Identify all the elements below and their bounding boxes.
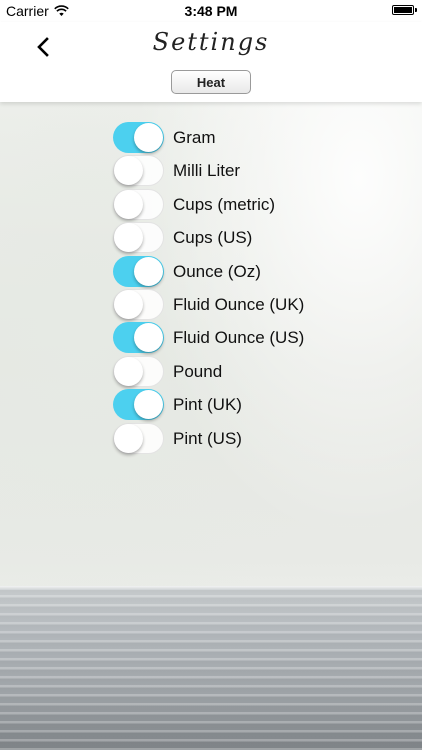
toggle-knob [134, 323, 163, 353]
option-label: Gram [173, 128, 216, 147]
option-label: Cups (metric) [173, 194, 276, 214]
unit-options-list: Gram Milli Liter Cups (metric) Cups (US) Oun… [113, 122, 413, 456]
option-row: Milli Liter [113, 155, 413, 188]
toggle-switch[interactable] [113, 155, 164, 187]
toggle-knob [114, 189, 143, 219]
heat-button[interactable]: Heat [171, 70, 251, 94]
battery-icon [392, 5, 417, 15]
toggle-knob [114, 156, 143, 186]
option-label: Cups (US) [173, 228, 253, 248]
option-label: Fluid Ounce (UK) [173, 294, 305, 314]
clock: 3:48 PM [184, 3, 238, 19]
option-row: Pint (US) [113, 422, 413, 456]
toggle-switch[interactable] [113, 288, 164, 320]
toggle-knob [114, 223, 143, 253]
option-label: Fluid Ounce (US) [173, 328, 305, 348]
toggle-switch[interactable] [113, 122, 164, 153]
toggle-knob [134, 123, 163, 152]
page-title: Settings [152, 28, 270, 56]
nav-header: Settings Heat [0, 22, 422, 102]
option-label: Ounce (Oz) [173, 261, 261, 281]
toggle-switch[interactable] [113, 222, 164, 254]
toggle-switch[interactable] [113, 389, 164, 421]
background-wood-table [0, 586, 422, 750]
toggle-switch[interactable] [113, 422, 164, 454]
option-row: Pound [113, 355, 413, 389]
toggle-switch[interactable] [113, 188, 164, 220]
toggle-knob [114, 289, 143, 319]
option-row: Cups (metric) [113, 188, 413, 222]
status-bar: Carrier 3:48 PM [0, 0, 422, 22]
option-row: Fluid Ounce (UK) [113, 288, 413, 322]
option-label: Milli Liter [173, 161, 241, 181]
option-label: Pint (UK) [173, 395, 242, 415]
toggle-knob [134, 390, 163, 420]
toggle-knob [114, 356, 143, 386]
option-label: Pint (US) [173, 428, 242, 448]
toggle-switch[interactable] [113, 255, 164, 287]
option-label: Pound [173, 361, 223, 381]
toggle-switch[interactable] [113, 322, 164, 354]
option-row: Pint (UK) [113, 389, 413, 422]
toggle-knob [134, 256, 163, 286]
toggle-switch[interactable] [113, 355, 164, 387]
option-row: Ounce (Oz) [113, 255, 413, 289]
option-row: Fluid Ounce (US) [113, 322, 413, 355]
option-row: Cups (US) [113, 222, 413, 255]
toggle-knob [114, 423, 143, 453]
option-row: Gram [113, 122, 413, 155]
